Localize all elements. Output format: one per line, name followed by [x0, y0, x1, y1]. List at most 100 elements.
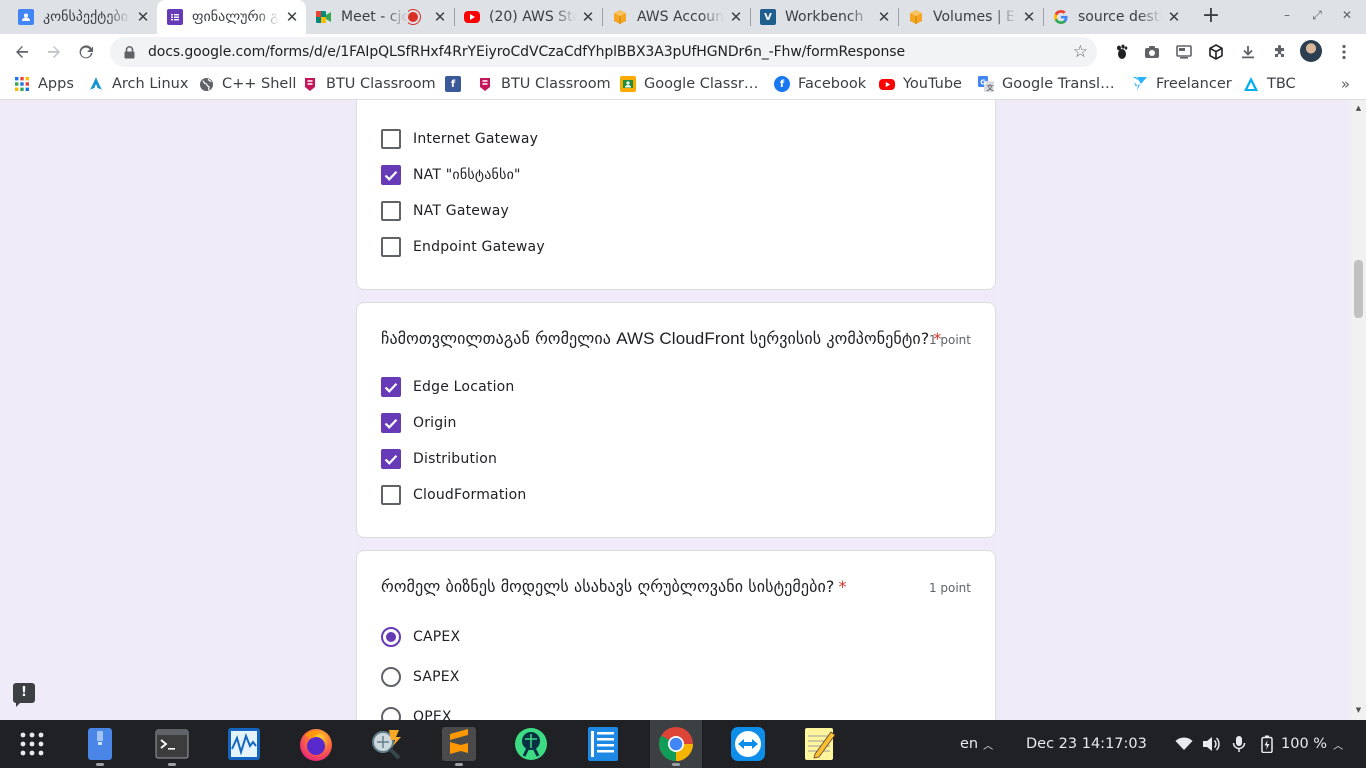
radio-option[interactable]: CAPEX	[381, 626, 460, 648]
option-label: Endpoint Gateway	[413, 239, 545, 255]
scroll-up-arrow-icon[interactable]: ▲	[1354, 104, 1363, 112]
download-icon[interactable]	[1238, 42, 1258, 62]
bookmark-cpp-shell[interactable]: C++ Shell	[198, 70, 296, 98]
chevron-up-icon: ︿	[1333, 740, 1344, 752]
tab-title: კონსპექტები	[43, 9, 131, 25]
wireshark-icon[interactable]	[368, 725, 406, 763]
bookmark-label: Google Classr…	[644, 76, 759, 92]
checkbox-checked[interactable]	[381, 377, 401, 397]
tab-close-icon[interactable]: ✕	[135, 8, 151, 26]
teamviewer-icon[interactable]	[729, 725, 767, 763]
tab-youtube[interactable]: (20) AWS Sto ✕	[454, 0, 602, 34]
checkmark-icon	[384, 418, 398, 429]
bookmark-btu-classroom[interactable]: BTU Classroom	[302, 70, 436, 98]
bookmark-tbc[interactable]: TBC	[1243, 70, 1296, 98]
camera-icon[interactable]	[1142, 42, 1162, 62]
checkbox-unchecked[interactable]	[381, 485, 401, 505]
tab-classroom[interactable]: კონსპექტები ✕	[8, 0, 157, 34]
new-tab-button[interactable]: +	[1198, 4, 1224, 30]
extensions-puzzle-icon[interactable]	[1270, 42, 1290, 62]
profile-avatar[interactable]	[1300, 40, 1322, 62]
checkbox-unchecked[interactable]	[381, 129, 401, 149]
required-asterisk: *	[838, 577, 847, 596]
bookmarks-overflow-chevron-icon[interactable]: »	[1341, 75, 1350, 93]
bookmark-facebook[interactable]: f Facebook	[774, 70, 866, 98]
checkbox-option[interactable]: Internet Gateway	[381, 128, 538, 150]
bookmark-facebook-icon-only[interactable]: f	[445, 70, 469, 98]
sublime-text-icon[interactable]	[440, 725, 478, 766]
tab-close-icon[interactable]: ✕	[1166, 8, 1182, 26]
radio-unselected[interactable]	[381, 667, 401, 687]
bookmark-star-icon[interactable]: ☆	[1073, 43, 1088, 61]
clock[interactable]: Dec 23 14:17:03	[1026, 720, 1147, 768]
checkbox-option[interactable]: CloudFormation	[381, 484, 526, 506]
address-bar[interactable]: docs.google.com/forms/d/e/1FAIpQLSfRHxf4…	[110, 37, 1097, 67]
tab-close-icon[interactable]: ✕	[284, 8, 300, 26]
aws-box-icon	[908, 9, 924, 25]
tab-close-icon[interactable]: ✕	[876, 8, 892, 26]
tab-volumes[interactable]: Volumes | EC ✕	[898, 0, 1043, 34]
checkbox-checked[interactable]	[381, 165, 401, 185]
volume-icon[interactable]	[1201, 734, 1221, 754]
checkbox-option[interactable]: Endpoint Gateway	[381, 236, 545, 258]
scroll-down-arrow-icon[interactable]: ▼	[1354, 706, 1363, 714]
checkbox-checked[interactable]	[381, 449, 401, 469]
back-button[interactable]	[10, 40, 34, 64]
checkbox-option[interactable]: Distribution	[381, 448, 497, 470]
close-window-icon[interactable]: ✕	[1338, 8, 1356, 22]
scrollbar-thumb[interactable]	[1354, 260, 1363, 318]
cast-icon[interactable]	[1174, 42, 1194, 62]
page-scrollbar[interactable]: ▲ ▼	[1351, 100, 1366, 720]
bookmark-arch-linux[interactable]: Arch Linux	[88, 70, 188, 98]
chrome-icon[interactable]	[657, 725, 695, 766]
bookmark-google-classroom[interactable]: Google Classr…	[620, 70, 758, 98]
bookmark-freelancer[interactable]: Freelancer	[1132, 70, 1232, 98]
text-editor-icon[interactable]	[584, 725, 622, 763]
wifi-icon[interactable]	[1174, 734, 1194, 754]
tab-forms[interactable]: ფინალური გ ✕	[157, 0, 306, 34]
reload-button[interactable]	[74, 40, 98, 64]
tab-title: (20) AWS Sto	[489, 9, 576, 25]
microphone-icon[interactable]	[1229, 734, 1249, 754]
radio-unselected[interactable]	[381, 707, 401, 720]
bookmark-apps[interactable]: Apps	[14, 70, 74, 98]
bookmark-youtube[interactable]: YouTube	[879, 70, 962, 98]
gnome-extension-icon[interactable]	[1111, 42, 1131, 62]
radio-selected[interactable]	[381, 627, 401, 647]
checkbox-option[interactable]: Origin	[381, 412, 457, 434]
tab-google-search[interactable]: source desti ✕	[1043, 0, 1188, 34]
cube-extension-icon[interactable]	[1206, 42, 1226, 62]
tab-meet[interactable]: Meet - cjo ✕	[306, 0, 454, 34]
checkbox-option[interactable]: NAT Gateway	[381, 200, 509, 222]
android-studio-icon[interactable]	[512, 725, 550, 763]
forward-button[interactable]	[42, 40, 66, 64]
files-icon[interactable]	[81, 725, 119, 766]
report-problem-button[interactable]: !	[13, 683, 35, 707]
battery-indicator[interactable]: 100 % ︿	[1261, 720, 1343, 768]
radio-option[interactable]: SAPEX	[381, 666, 460, 688]
restore-icon[interactable]: ⤢	[1308, 8, 1326, 23]
tab-workbench[interactable]: V Workbench ✕	[750, 0, 898, 34]
checkbox-unchecked[interactable]	[381, 201, 401, 221]
input-language-indicator[interactable]: en ︿	[960, 720, 993, 768]
checkbox-option[interactable]: NAT "ინსტანსი"	[381, 164, 521, 186]
terminal-icon[interactable]	[153, 725, 191, 766]
bookmark-btu-classroom-2[interactable]: BTU Classroom	[477, 70, 611, 98]
tab-close-icon[interactable]: ✕	[1021, 8, 1037, 26]
tab-aws-account[interactable]: AWS Accoun ✕	[602, 0, 750, 34]
bookmark-google-translate[interactable]: G文 Google Transl…	[978, 70, 1115, 98]
tab-close-icon[interactable]: ✕	[432, 8, 448, 26]
firefox-icon[interactable]	[297, 725, 335, 763]
tab-close-icon[interactable]: ✕	[728, 8, 744, 26]
form-page: Internet Gateway NAT "ინსტანსი" NAT Gate…	[0, 100, 1366, 720]
kebab-menu-icon[interactable]	[1334, 42, 1354, 62]
notes-icon[interactable]	[801, 725, 839, 763]
checkbox-checked[interactable]	[381, 413, 401, 433]
radio-option[interactable]: OPEX	[381, 706, 452, 720]
checkbox-option[interactable]: Edge Location	[381, 376, 515, 398]
checkbox-unchecked[interactable]	[381, 237, 401, 257]
app-launcher-icon[interactable]	[13, 725, 51, 763]
system-monitor-icon[interactable]	[225, 725, 263, 763]
tab-close-icon[interactable]: ✕	[580, 8, 596, 26]
minimize-icon[interactable]: –	[1278, 8, 1296, 22]
